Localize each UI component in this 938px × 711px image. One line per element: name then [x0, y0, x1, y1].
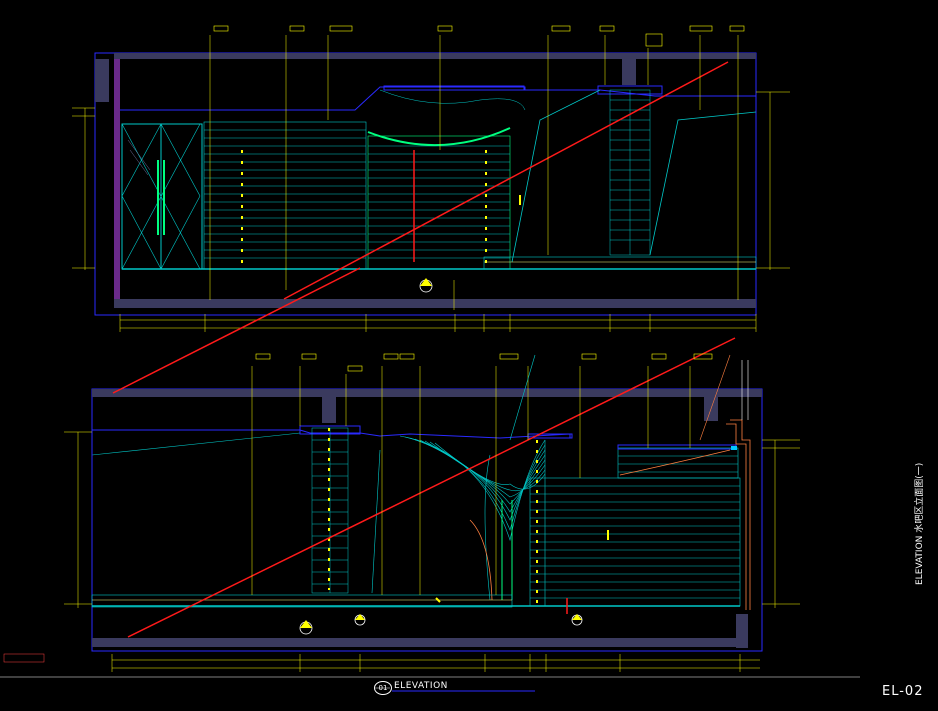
fan-curtain	[399, 435, 546, 542]
cad-elevation-sheet	[0, 25, 860, 692]
glass-door	[121, 123, 203, 270]
section-marker-icon	[354, 614, 366, 626]
view-number: 01	[374, 681, 392, 695]
view-title: ELEVATION	[394, 681, 448, 691]
stripe-panel-center	[367, 135, 511, 270]
lower-tags	[255, 353, 713, 372]
stripe-panel-left	[203, 121, 367, 270]
lower-dims	[64, 431, 800, 672]
upper-dims	[72, 91, 790, 332]
side-title: ELEVATION 水吧区立面图(一)	[915, 462, 925, 585]
sheet-number: EL-02	[882, 684, 924, 699]
section-marker-icon	[571, 614, 583, 626]
lower-elevation	[3, 267, 800, 672]
lower-stripe-panel	[529, 440, 741, 607]
section-marker-icon	[299, 620, 313, 635]
upper-tags	[213, 25, 745, 47]
section-marker-icon	[419, 278, 433, 293]
upper-elevation	[72, 25, 790, 332]
lower-leaders	[251, 366, 691, 595]
